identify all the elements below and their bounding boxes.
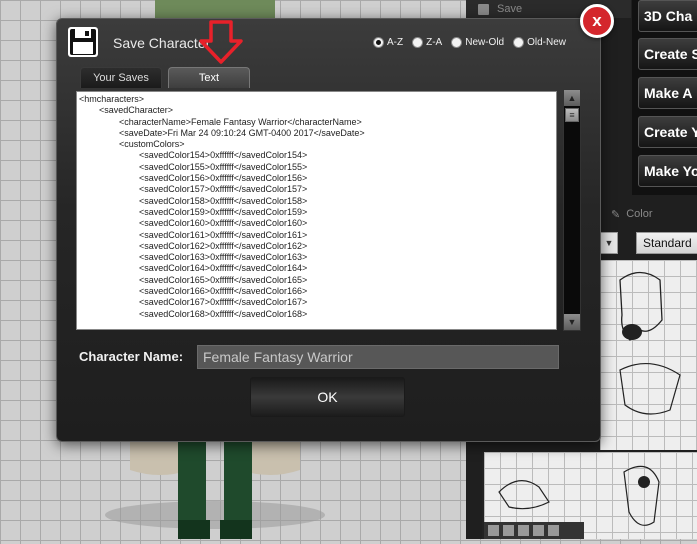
- chevron-down-icon: ▼: [604, 238, 614, 248]
- sort-label-new-old: New-Old: [465, 37, 505, 48]
- radio-z-a[interactable]: [412, 37, 424, 48]
- sort-label-old-new: Old-New: [527, 37, 567, 48]
- menu-button-make-yo[interactable]: Make Yo: [638, 155, 697, 187]
- radio-old-new[interactable]: [513, 37, 525, 48]
- sort-option-z-a[interactable]: Z-A: [412, 37, 442, 48]
- sort-option-a-z[interactable]: A-Z: [373, 37, 403, 48]
- bear-thumbnail: [619, 271, 681, 415]
- close-icon[interactable]: x: [580, 4, 614, 38]
- tab-your-saves[interactable]: Your Saves: [80, 67, 162, 88]
- thumbnail-toolbar: [484, 522, 584, 539]
- up-icon[interactable]: [503, 525, 514, 536]
- sort-option-new-old[interactable]: New-Old: [451, 37, 504, 48]
- save-character-dialog: Save Character A-Z Z-A New-Old Old-New Y…: [56, 18, 601, 442]
- menu-button-create-s[interactable]: Create S: [638, 38, 697, 70]
- menu-button-create-y[interactable]: Create Y: [638, 116, 697, 148]
- text-scrollbar[interactable]: ▲ ≡ ▼: [563, 89, 581, 331]
- tab-text[interactable]: Text: [168, 67, 250, 88]
- color-tab-label: Color: [626, 208, 653, 220]
- top-save-label: Save: [497, 3, 523, 15]
- paintbrush-icon: ✎: [611, 208, 621, 221]
- down-icon[interactable]: [518, 525, 529, 536]
- color-tab[interactable]: ✎ Color: [605, 204, 697, 224]
- move-icon[interactable]: [488, 525, 499, 536]
- down-arrow-icon: [199, 20, 243, 64]
- standard-dropdown[interactable]: Standard: [636, 232, 697, 254]
- thumbnail-grid[interactable]: [600, 260, 697, 450]
- xml-text-area[interactable]: <hmcharacters> <savedCharacter> <charact…: [76, 91, 557, 330]
- sort-option-old-new[interactable]: Old-New: [513, 37, 566, 48]
- scroll-up-icon[interactable]: ▲: [564, 90, 580, 106]
- scroll-thumb[interactable]: ≡: [565, 108, 579, 122]
- flip-icon[interactable]: [533, 525, 544, 536]
- character-name-label: Character Name:: [79, 349, 184, 364]
- menu-button-make-a[interactable]: Make A: [638, 77, 697, 109]
- floppy-disk-icon: [68, 27, 98, 57]
- scroll-down-icon[interactable]: ▼: [564, 314, 580, 330]
- xml-content: <hmcharacters> <savedCharacter> <charact…: [79, 94, 365, 319]
- radio-a-z[interactable]: [373, 37, 384, 48]
- menu-button-3d[interactable]: 3D Cha: [638, 0, 697, 32]
- dialog-title: Save Character: [113, 35, 211, 51]
- delete-icon[interactable]: [548, 525, 559, 536]
- character-name-input[interactable]: [197, 345, 559, 369]
- ok-button[interactable]: OK: [250, 377, 405, 417]
- save-icon: [478, 3, 489, 15]
- sort-options: A-Z Z-A New-Old Old-New: [373, 37, 566, 48]
- radio-new-old[interactable]: [451, 37, 463, 48]
- category-dropdown[interactable]: ▼: [600, 232, 618, 254]
- sort-label-a-z: A-Z: [387, 37, 404, 48]
- sort-label-z-a: Z-A: [426, 37, 443, 48]
